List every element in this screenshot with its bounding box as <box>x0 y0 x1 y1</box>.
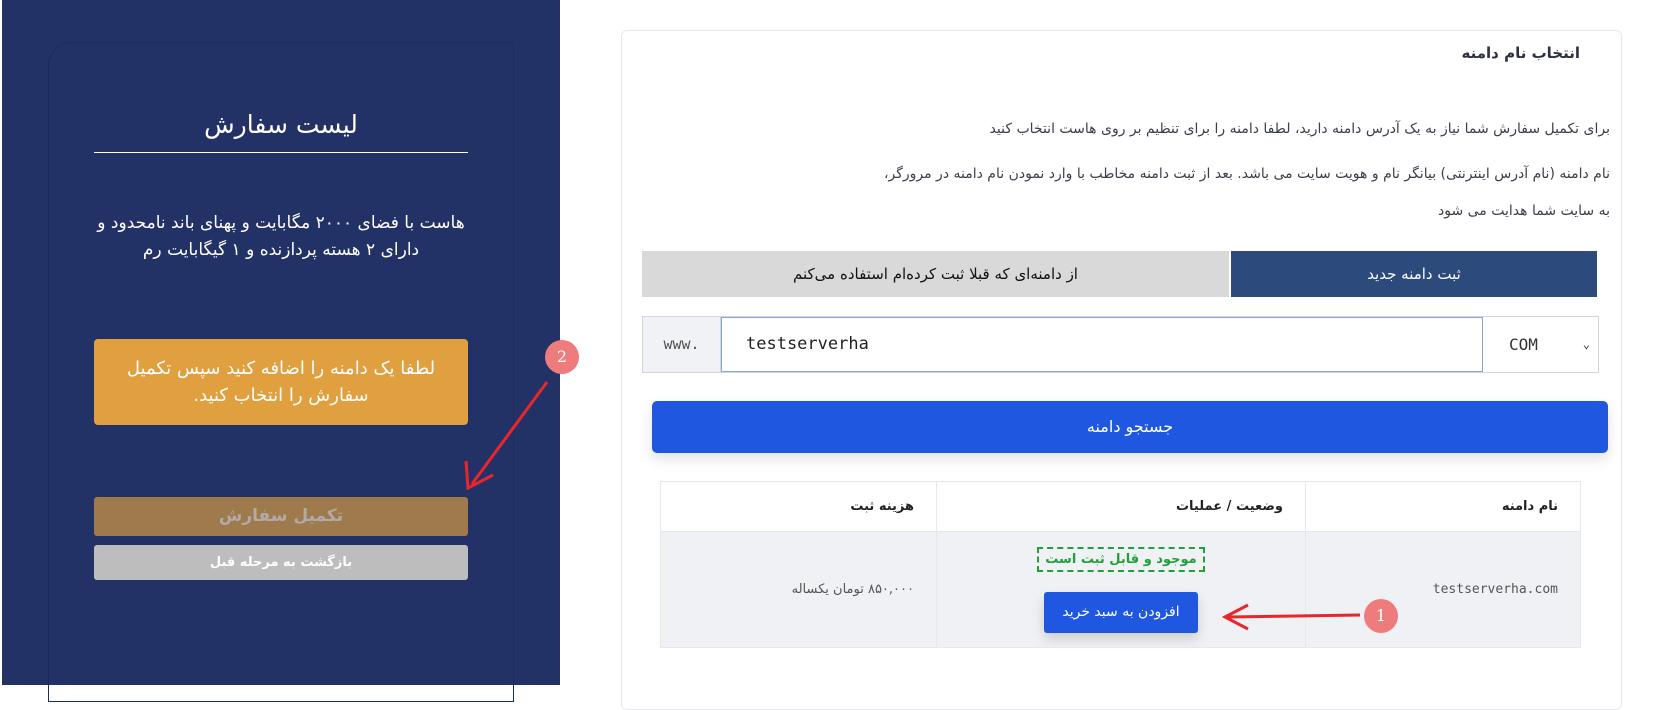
arrow-icon <box>464 381 1361 631</box>
annotation-badge-1: 1 <box>1364 599 1398 633</box>
annotation-arrows <box>464 381 1361 631</box>
annotation-badge-2: 2 <box>545 340 579 374</box>
